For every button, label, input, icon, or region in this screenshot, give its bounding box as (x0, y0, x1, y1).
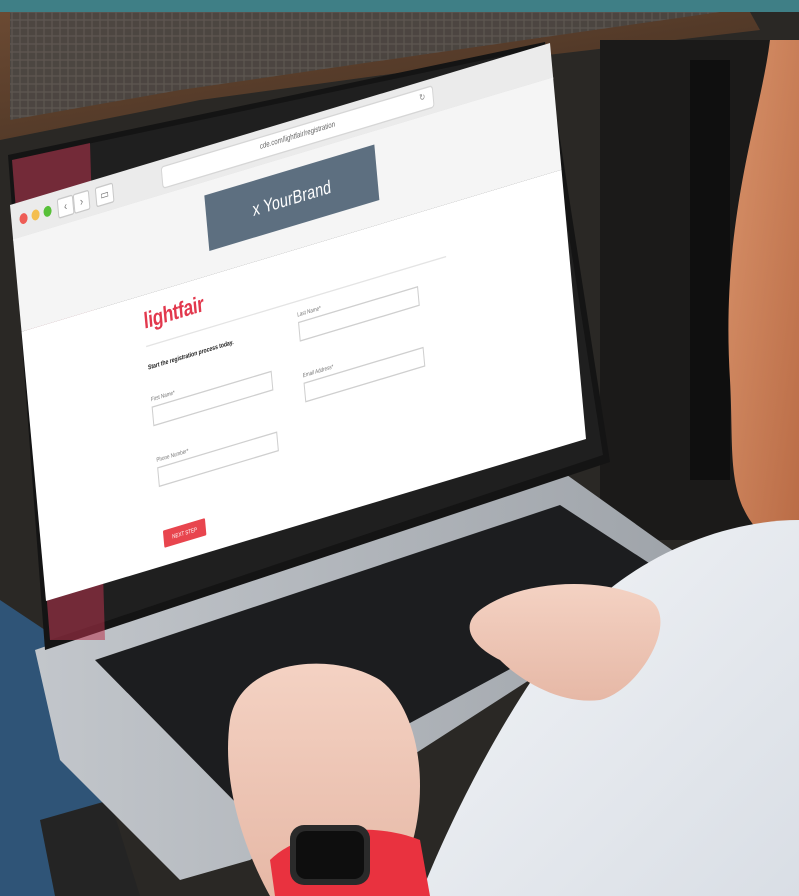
top-frame-strip (0, 0, 799, 12)
photo-scene: ‹ › ▭ cde.com/lightfair/registration ↻ x… (0, 0, 799, 896)
smart-watch (270, 825, 430, 896)
photo-backdrop (0, 0, 799, 896)
